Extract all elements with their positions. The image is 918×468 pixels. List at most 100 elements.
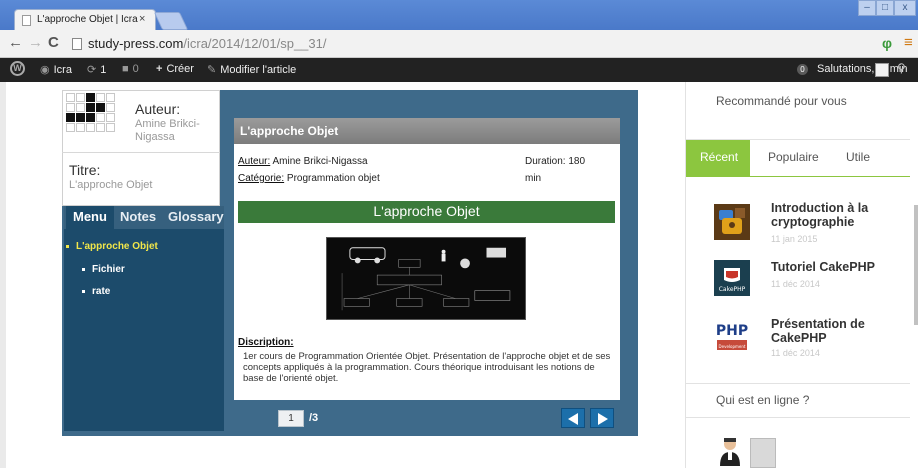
minimize-button[interactable]: –: [858, 0, 876, 16]
logo-cell: [66, 93, 75, 102]
browser-tab[interactable]: L'approche Objet | Icra ×: [14, 9, 156, 31]
slide-duration-unit: min: [525, 173, 542, 184]
cakephp-logo[interactable]: CakePHP: [714, 260, 750, 296]
logo-cell: [106, 113, 115, 122]
php-logo[interactable]: PHP Development: [714, 318, 750, 354]
tab-glossary[interactable]: Glossary: [168, 209, 224, 224]
online-title: Qui est en ligne ?: [716, 393, 810, 407]
slide-author: Auteur: Amine Brikci-Nigassa: [238, 156, 368, 167]
menu-item-fichier[interactable]: Fichier: [82, 264, 125, 275]
new-label: Créer: [166, 63, 194, 75]
admin-edit-link[interactable]: ✎ Modifier l'article: [207, 63, 296, 76]
close-window-button[interactable]: x: [894, 0, 916, 16]
post-date: 11 déc 2014: [771, 279, 820, 289]
tab-notes[interactable]: Notes: [120, 209, 156, 224]
tabs-underline: [686, 176, 910, 177]
php-badge-text: Development: [719, 344, 746, 349]
title-label: Titre:: [69, 162, 101, 178]
wordpress-logo-icon[interactable]: W: [10, 61, 25, 76]
logo-cell: [66, 113, 75, 122]
previous-slide-button[interactable]: [561, 408, 585, 428]
dashboard-icon: ◉: [40, 64, 50, 76]
admin-site-name: Icra: [53, 64, 72, 76]
bullet-icon: [82, 289, 85, 293]
pencil-icon: ✎: [207, 64, 217, 76]
user-avatar[interactable]: [718, 436, 742, 466]
edit-label: Modifier l'article: [220, 64, 297, 76]
post-date: 11 déc 2014: [771, 348, 820, 358]
menu-item-label: L'approche Objet: [76, 241, 158, 252]
post-title[interactable]: Tutoriel CakePHP: [771, 260, 911, 274]
comment-icon: ■: [122, 63, 129, 75]
menu-item-label: Fichier: [92, 264, 125, 275]
page-scrollbar[interactable]: [914, 205, 918, 325]
notifications-badge[interactable]: 0: [797, 64, 808, 75]
page-number-input[interactable]: 1: [278, 410, 304, 427]
browser-menu-icon[interactable]: ≡: [904, 34, 913, 51]
tab-close-icon[interactable]: ×: [139, 13, 145, 25]
description-text: 1er cours de Programmation Orientée Obje…: [243, 351, 611, 384]
page-favicon-icon: [22, 15, 31, 26]
page-total: /3: [309, 412, 319, 424]
browser-tab-bar: L'approche Objet | Icra × – □ x: [0, 0, 918, 31]
new-tab-button[interactable]: [153, 12, 189, 30]
slide-author-value: Amine Brikci-Nigassa: [272, 156, 368, 167]
logo-cell: [86, 123, 95, 132]
admin-comments-link[interactable]: ■ 0: [122, 63, 139, 75]
extension-icon[interactable]: φ: [882, 35, 892, 51]
maximize-button[interactable]: □: [876, 0, 894, 16]
post-date: 11 jan 2015: [771, 234, 818, 244]
post-title[interactable]: Introduction à la cryptographie: [771, 201, 911, 229]
menu-item-label: rate: [92, 286, 111, 297]
slide-diagram-image: [326, 237, 526, 320]
lock-icon[interactable]: [714, 204, 750, 240]
tab-menu[interactable]: Menu: [66, 206, 114, 229]
author-label: Auteur:: [135, 101, 181, 117]
logo-cell: [76, 93, 85, 102]
admin-site-link[interactable]: ◉ Icra: [40, 63, 72, 76]
logo-cell: [106, 123, 115, 132]
updates-icon: ⟳: [87, 64, 97, 76]
tab-popular[interactable]: Populaire: [768, 150, 819, 164]
url-field[interactable]: study-press.com/icra/2014/12/01/sp__31/: [88, 36, 326, 51]
description-title: Discription:: [238, 337, 294, 348]
logo-cell: [86, 103, 95, 112]
tab-recent[interactable]: Récent: [700, 150, 738, 164]
url-path: /icra/2014/12/01/sp__31/: [183, 36, 327, 51]
page-icon: [72, 38, 82, 50]
forward-button[interactable]: →: [28, 34, 43, 51]
back-button[interactable]: ←: [8, 34, 23, 51]
tab-useful[interactable]: Utile: [846, 150, 870, 164]
logo-cell: [96, 113, 105, 122]
logo-cell: [76, 103, 85, 112]
divider: [62, 152, 220, 153]
admin-greeting[interactable]: Salutations, admin: [817, 63, 908, 75]
admin-new-link[interactable]: + Créer: [156, 63, 194, 75]
arrow-left-icon: [568, 413, 578, 425]
updates-count: 1: [100, 64, 107, 76]
logo-cell: [96, 123, 105, 132]
next-slide-button[interactable]: [590, 408, 614, 428]
user-avatar-placeholder[interactable]: [750, 438, 776, 468]
admin-updates-link[interactable]: ⟳ 1: [87, 63, 106, 76]
logo-cell: [106, 103, 115, 112]
course-logo: [66, 93, 126, 145]
post-title[interactable]: Présentation de CakePHP: [771, 317, 911, 345]
slide-category: Catégorie: Programmation objet: [238, 173, 380, 184]
author-name: Amine Brikci-Nigassa: [135, 118, 200, 143]
cakephp-logo-text: CakePHP: [719, 286, 746, 293]
bullet-icon: [82, 267, 85, 271]
reload-button[interactable]: C: [48, 34, 59, 51]
logo-cell: [106, 93, 115, 102]
bullet-icon: [66, 244, 69, 248]
slide-banner-text: L'approche Objet: [373, 203, 480, 219]
admin-avatar[interactable]: [875, 63, 889, 77]
logo-cell: [76, 123, 85, 132]
menu-item-approche-objet[interactable]: L'approche Objet: [66, 241, 158, 252]
divider: [686, 383, 910, 384]
title-value: L'approche Objet: [69, 179, 153, 191]
search-icon[interactable]: ⚲: [897, 61, 906, 75]
logo-cell: [86, 113, 95, 122]
menu-item-rate[interactable]: rate: [82, 286, 110, 297]
logo-cell: [76, 113, 85, 122]
